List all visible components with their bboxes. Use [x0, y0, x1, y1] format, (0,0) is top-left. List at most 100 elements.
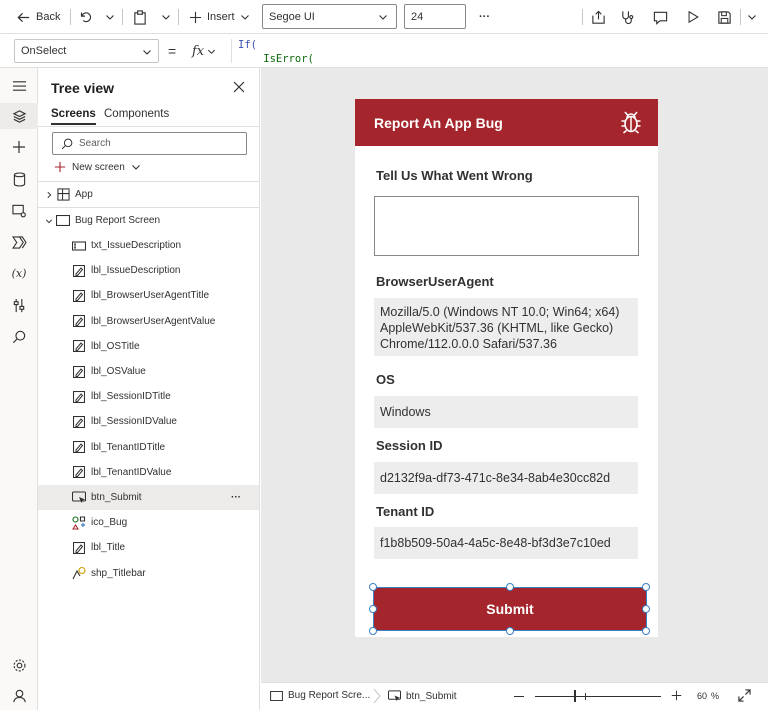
app-icon: [56, 188, 70, 202]
toolbar-divider: [70, 9, 71, 25]
resize-handle[interactable]: [642, 627, 650, 635]
zoom-unit: %: [711, 691, 720, 701]
shape-icon: [72, 566, 86, 580]
settings-button[interactable]: [9, 655, 29, 675]
tree-node-control[interactable]: lbl_OSTitle: [38, 334, 259, 359]
close-panel-button[interactable]: [233, 81, 245, 93]
resize-handle[interactable]: [369, 583, 377, 591]
browser-agent-value: Mozilla/5.0 (Windows NT 10.0; Win64; x64…: [374, 298, 638, 356]
tab-divider: [38, 126, 259, 127]
zoom-slider-thumb[interactable]: [574, 690, 576, 702]
search-icon: [12, 330, 26, 344]
new-screen-button[interactable]: New screen: [54, 161, 141, 173]
icons-icon: [72, 516, 86, 530]
tab-screens[interactable]: Screens: [51, 108, 96, 125]
undo-button[interactable]: [78, 0, 92, 34]
resize-handle[interactable]: [642, 605, 650, 613]
resize-handle[interactable]: [369, 605, 377, 613]
control-breadcrumb[interactable]: btn_Submit: [388, 690, 457, 702]
tree-node-control[interactable]: ico_Bug: [38, 510, 259, 535]
tree-node-control[interactable]: shp_Titlebar: [38, 561, 259, 586]
tree-node-screen[interactable]: Bug Report Screen: [38, 208, 259, 233]
fx-icon: fx: [192, 43, 205, 59]
bug-icon[interactable]: [620, 110, 642, 134]
resize-handle[interactable]: [369, 627, 377, 635]
resize-handle[interactable]: [506, 583, 514, 591]
tree-node-control[interactable]: lbl_SessionIDTitle: [38, 384, 259, 409]
plus-icon: [12, 140, 26, 154]
close-icon: [233, 81, 245, 93]
plus-icon: [671, 690, 682, 701]
media-button[interactable]: [9, 201, 29, 221]
hamburger-menu-button[interactable]: [9, 76, 29, 96]
tree-node-control[interactable]: txt_IssueDescription: [38, 233, 259, 258]
advanced-tools-button[interactable]: [9, 295, 29, 315]
property-select[interactable]: OnSelect: [14, 39, 159, 63]
tree-node-control[interactable]: btn_Submit ···: [38, 485, 259, 510]
paste-button[interactable]: [133, 0, 147, 34]
tree-node-label: lbl_TenantIDValue: [91, 466, 172, 478]
zoom-in-button[interactable]: [671, 690, 682, 701]
tree-node-app[interactable]: App: [38, 182, 259, 207]
submit-label: Submit: [486, 601, 534, 617]
paste-dropdown[interactable]: [161, 0, 171, 34]
tree-view-button[interactable]: [0, 103, 38, 129]
variables-button[interactable]: (x): [9, 263, 29, 283]
fit-to-window-button[interactable]: [738, 689, 751, 702]
power-automate-button[interactable]: [9, 232, 29, 252]
share-button[interactable]: [591, 0, 606, 34]
search-rail-button[interactable]: [9, 327, 29, 347]
tree-node-label: lbl_BrowserUserAgentValue: [91, 315, 216, 327]
command-bar: Back Insert Segoe UI 24 ···: [0, 0, 768, 34]
more-commands-button[interactable]: ···: [479, 0, 490, 34]
tree-node-control[interactable]: lbl_Title: [38, 535, 259, 560]
save-button[interactable]: [717, 0, 732, 34]
insert-button[interactable]: Insert: [189, 0, 250, 34]
status-bar: Bug Report Scre... btn_Submit 60 %: [261, 682, 768, 710]
new-screen-label: New screen: [72, 161, 125, 173]
app-checker-button[interactable]: [620, 0, 635, 34]
font-size-input[interactable]: 24: [404, 4, 466, 29]
left-rail: (x): [0, 68, 38, 710]
more-options-button[interactable]: ···: [231, 492, 241, 503]
save-options-dropdown[interactable]: [747, 0, 757, 34]
data-button[interactable]: [9, 169, 29, 189]
resize-handle[interactable]: [642, 583, 650, 591]
plus-icon: [189, 11, 202, 24]
comments-button[interactable]: [653, 0, 668, 34]
insert-rail-button[interactable]: [9, 137, 29, 157]
chevron-down-icon: [161, 12, 171, 22]
property-value: OnSelect: [21, 45, 67, 57]
preview-button[interactable]: [686, 0, 700, 34]
zoom-out-button[interactable]: [514, 696, 524, 697]
tree-node-control[interactable]: lbl_SessionIDValue: [38, 409, 259, 434]
tab-components[interactable]: Components: [104, 108, 169, 120]
label-icon: [72, 264, 86, 278]
panel-title: Tree view: [51, 80, 115, 96]
virtual-agent-button[interactable]: [9, 685, 29, 705]
font-size-value: 24: [411, 10, 424, 23]
font-family-select[interactable]: Segoe UI: [262, 4, 397, 29]
screen-breadcrumb[interactable]: Bug Report Scre...: [270, 690, 370, 701]
comment-icon: [653, 10, 668, 25]
search-input[interactable]: Search: [52, 132, 247, 155]
function-button[interactable]: fx: [192, 39, 232, 63]
chevron-down-icon: [105, 12, 115, 22]
tree-node-control[interactable]: lbl_OSValue: [38, 359, 259, 384]
issue-description-input[interactable]: [374, 196, 639, 256]
tree-node-control[interactable]: lbl_TenantIDTitle: [38, 435, 259, 460]
submit-button[interactable]: Submit: [374, 588, 646, 630]
zoom-slider-track[interactable]: [535, 696, 661, 697]
tree-node-control[interactable]: lbl_IssueDescription: [38, 258, 259, 283]
resize-handle[interactable]: [506, 627, 514, 635]
tree-node-control[interactable]: lbl_BrowserUserAgentValue: [38, 309, 259, 334]
formula-editor[interactable]: If( IsError(: [238, 38, 768, 68]
chevron-down-icon: [378, 12, 388, 22]
tree-node-control[interactable]: lbl_BrowserUserAgentTitle: [38, 283, 259, 308]
tree-node-label: lbl_Title: [91, 542, 126, 554]
back-button[interactable]: Back: [16, 0, 60, 34]
tree-node-control[interactable]: lbl_TenantIDValue: [38, 460, 259, 485]
os-label: OS: [376, 372, 395, 387]
undo-dropdown[interactable]: [105, 0, 115, 34]
browser-agent-label: BrowserUserAgent: [376, 274, 494, 289]
